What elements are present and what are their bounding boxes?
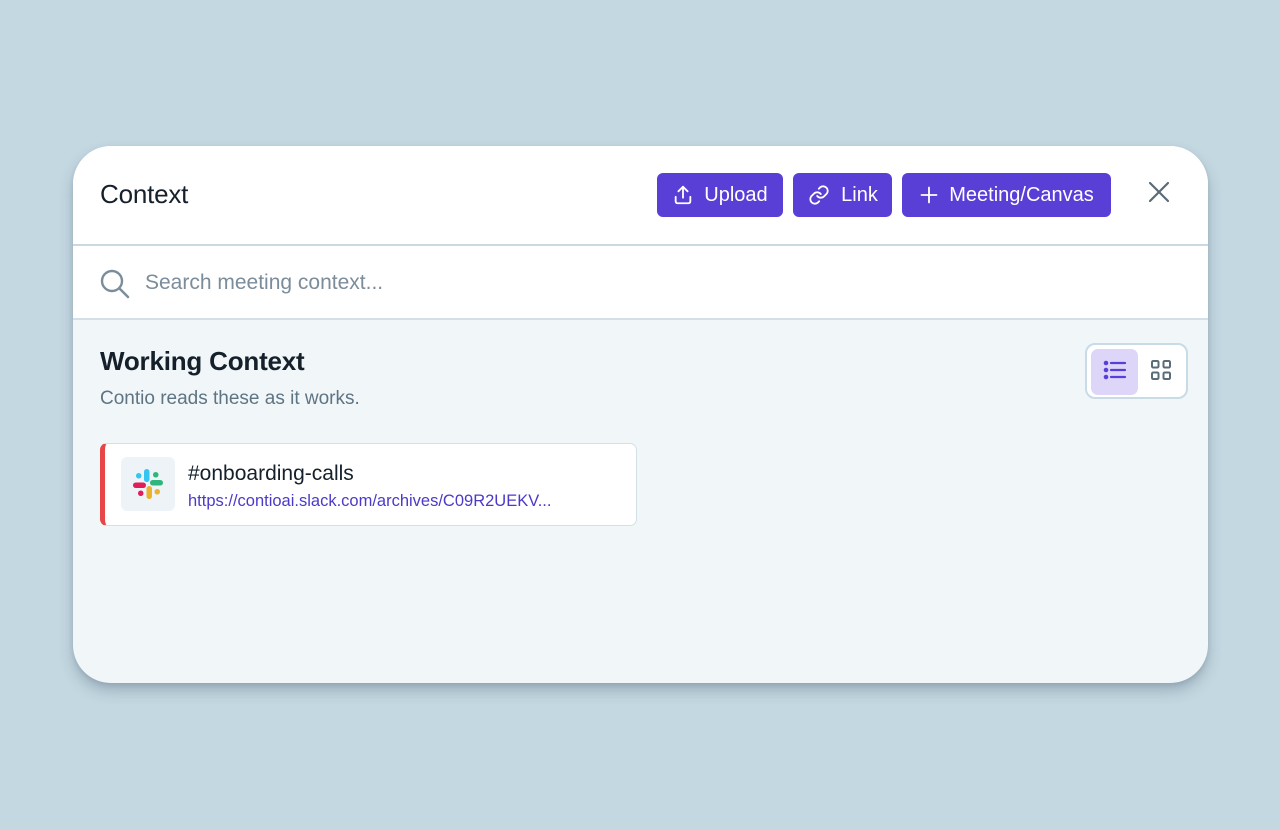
close-button[interactable] [1141,176,1177,212]
search-input[interactable] [145,264,1145,302]
link-label: Link [841,183,878,206]
section-subtitle: Contio reads these as it works. [100,388,360,409]
context-item-title: #onboarding-calls [188,462,354,485]
link-icon [807,184,831,206]
section-title: Working Context [100,346,305,376]
search-bar [73,246,1208,320]
modal-title: Context [100,179,189,209]
list-view-icon [1103,359,1127,386]
meeting-canvas-label: Meeting/Canvas [949,183,1094,206]
link-button[interactable]: Link [793,173,892,217]
upload-label: Upload [704,183,768,206]
grid-view-icon [1150,359,1172,386]
context-item[interactable]: #onboarding-calls https://contioai.slack… [100,443,637,526]
grid-view-button[interactable] [1138,349,1184,395]
modal-header: Context Upload Link Meeting/Canvas [73,146,1208,246]
plus-icon [919,185,939,205]
view-toggle [1085,343,1188,399]
upload-button[interactable]: Upload [657,173,783,217]
list-view-button[interactable] [1091,349,1138,395]
add-meeting-canvas-button[interactable]: Meeting/Canvas [902,173,1111,217]
slack-icon [121,457,175,511]
context-modal: Context Upload Link Meeting/Canvas Searc… [73,146,1208,683]
search-icon [99,268,131,305]
close-icon [1147,180,1171,209]
context-item-url[interactable]: https://contioai.slack.com/archives/C09R… [188,492,568,511]
upload-icon [672,184,694,206]
